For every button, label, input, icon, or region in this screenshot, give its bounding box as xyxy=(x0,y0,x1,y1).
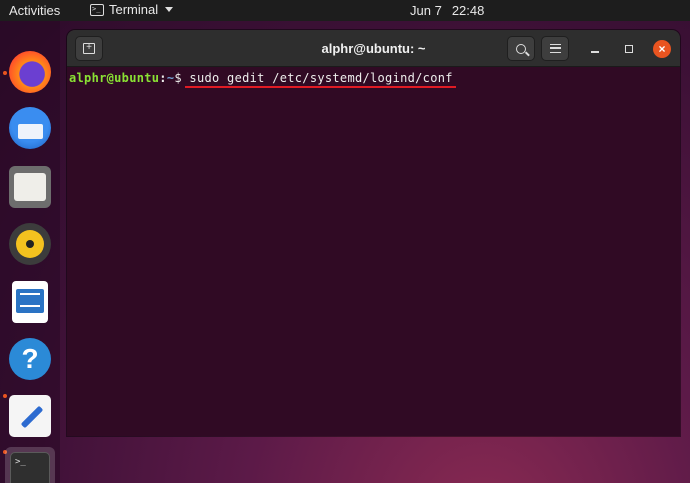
prompt-user-host: alphr@ubuntu xyxy=(69,71,160,85)
maximize-button[interactable] xyxy=(620,40,638,58)
terminal-icon: >_ xyxy=(10,452,50,483)
dock-item-text-editor[interactable] xyxy=(9,395,51,437)
close-button[interactable]: × xyxy=(653,40,671,58)
files-icon xyxy=(14,173,46,201)
writer-icon-lines xyxy=(20,293,40,307)
menu-button[interactable] xyxy=(541,36,569,61)
clock[interactable]: Jun 7 22:48 xyxy=(410,3,484,18)
command-highlight-underline xyxy=(185,86,456,88)
title-bar[interactable]: + alphr@ubuntu: ~ × xyxy=(67,30,680,67)
terminal-output[interactable]: alphr@ubuntu:~$ sudo gedit /etc/systemd/… xyxy=(67,67,680,436)
chevron-down-icon xyxy=(165,7,174,12)
help-icon: ? xyxy=(21,343,39,374)
prompt-line: alphr@ubuntu:~$ sudo gedit /etc/systemd/… xyxy=(69,71,453,85)
dock-item-thunderbird[interactable] xyxy=(9,107,51,149)
prompt-symbol: $ xyxy=(174,71,190,85)
hamburger-menu-icon xyxy=(549,44,561,53)
app-menu[interactable]: >_ Terminal xyxy=(90,2,174,17)
close-icon: × xyxy=(658,42,666,56)
dock-item-terminal[interactable]: >_ xyxy=(5,447,55,483)
thunderbird-icon xyxy=(18,124,43,139)
clock-time: 22:48 xyxy=(451,3,485,18)
prompt-separator: : xyxy=(159,71,167,85)
minimize-button[interactable] xyxy=(586,40,604,58)
top-bar: Activities >_ Terminal Jun 7 22:48 xyxy=(0,0,690,21)
activities-button[interactable]: Activities xyxy=(9,3,60,18)
text-editor-icon xyxy=(20,405,44,429)
running-indicator xyxy=(3,394,7,398)
dock-item-help[interactable]: ? xyxy=(9,338,51,380)
search-button[interactable] xyxy=(507,36,535,61)
terminal-icon: >_ xyxy=(90,3,104,16)
terminal-window: + alphr@ubuntu: ~ × alphr@ubuntu:~$ sudo… xyxy=(67,30,680,436)
running-indicator xyxy=(3,71,7,75)
search-icon xyxy=(516,43,526,54)
maximize-icon xyxy=(625,45,633,53)
dock-item-files[interactable] xyxy=(9,166,51,208)
dock-item-rhythmbox[interactable] xyxy=(9,223,51,265)
dock-item-firefox[interactable] xyxy=(9,51,51,93)
rhythmbox-icon-center xyxy=(26,240,34,248)
clock-date: Jun 7 xyxy=(410,3,442,18)
app-menu-label: Terminal xyxy=(109,2,159,17)
dock: ? >_ xyxy=(0,21,60,483)
typed-command: sudo gedit /etc/systemd/logind/conf xyxy=(189,71,453,85)
dock-item-writer[interactable] xyxy=(12,281,48,323)
minimize-icon xyxy=(591,51,599,53)
